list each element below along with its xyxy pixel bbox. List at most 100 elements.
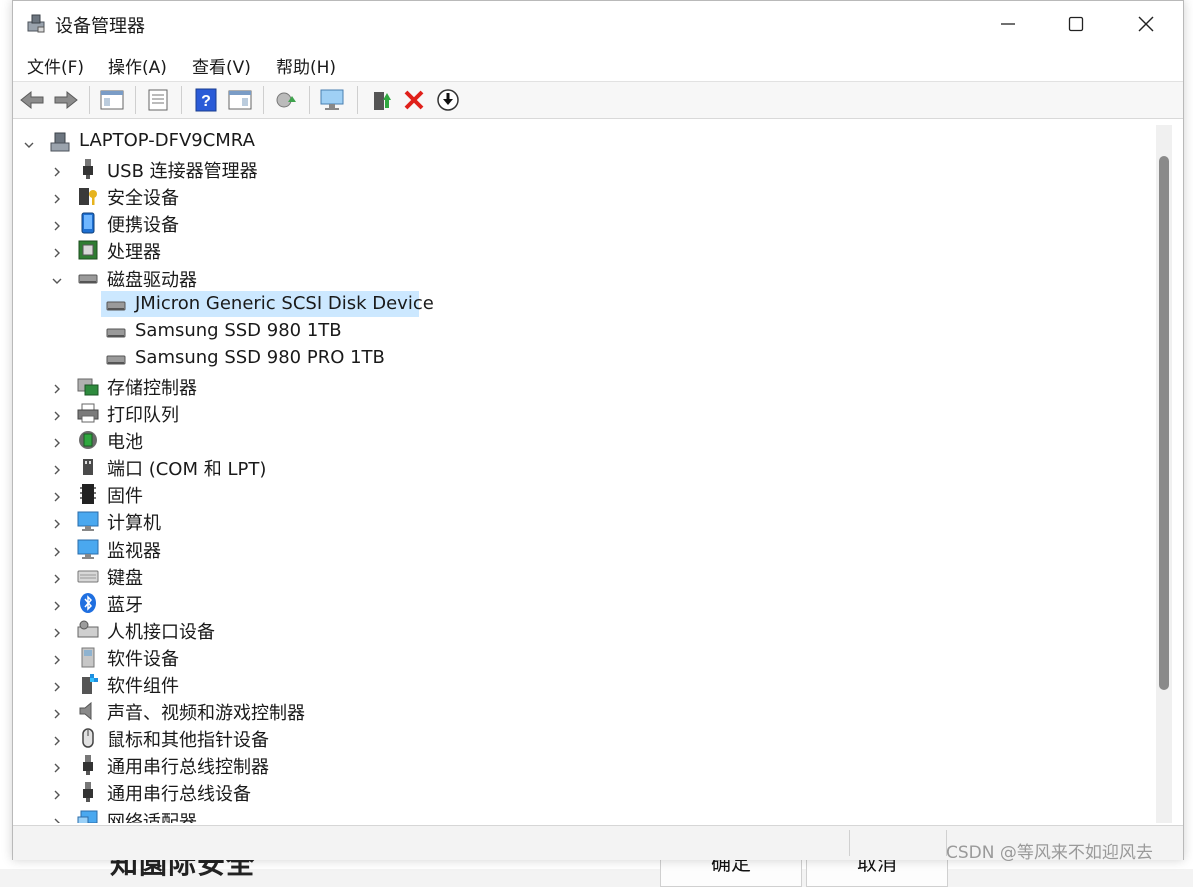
port-icon: [77, 456, 99, 478]
category-label[interactable]: 软件设备: [107, 645, 179, 671]
chevron-right-icon[interactable]: [51, 732, 63, 746]
category-label[interactable]: 键盘: [107, 564, 143, 590]
toolbar-separator: [263, 86, 264, 114]
category-label[interactable]: 通用串行总线设备: [107, 780, 251, 806]
forward-button[interactable]: [53, 87, 79, 113]
scrollbar-thumb[interactable]: [1159, 156, 1169, 690]
chevron-right-icon[interactable]: [51, 515, 63, 529]
chevron-right-icon[interactable]: [51, 380, 63, 394]
menu-bar: 文件(F) 操作(A) 查看(V) 帮助(H): [13, 47, 1183, 82]
category-label[interactable]: 便携设备: [107, 211, 179, 237]
chevron-right-icon[interactable]: [51, 705, 63, 719]
update-driver-button[interactable]: [369, 87, 395, 113]
category-label[interactable]: 通用串行总线控制器: [107, 753, 269, 779]
device-tree[interactable]: LAPTOP-DFV9CMRA USB 连接器管理器 安全设备 便携设备 处理器 磁盘驱动…: [15, 125, 1155, 823]
usb-icon: [77, 158, 99, 180]
chevron-right-icon[interactable]: [51, 786, 63, 800]
toolbar-separator: [357, 86, 358, 114]
uninstall-device-button[interactable]: [401, 87, 427, 113]
toolbar-separator: [89, 86, 90, 114]
category-label[interactable]: 网络适配器: [107, 808, 197, 824]
category-label[interactable]: 固件: [107, 482, 143, 508]
chevron-right-icon[interactable]: [51, 759, 63, 773]
menu-help[interactable]: 帮助(H): [276, 53, 336, 78]
chevron-right-icon[interactable]: [51, 678, 63, 692]
chevron-right-icon[interactable]: [51, 651, 63, 665]
properties-button[interactable]: [145, 87, 171, 113]
category-label[interactable]: 软件组件: [107, 672, 179, 698]
chevron-right-icon[interactable]: [51, 190, 63, 204]
chevron-right-icon[interactable]: [51, 244, 63, 258]
chevron-right-icon[interactable]: [51, 570, 63, 584]
monitor-view-button[interactable]: [319, 87, 345, 113]
chevron-right-icon[interactable]: [51, 163, 63, 177]
category-label[interactable]: 打印队列: [107, 401, 179, 427]
firmware-icon: [77, 483, 99, 505]
disable-device-button[interactable]: [435, 87, 461, 113]
computer-root-icon: [49, 131, 71, 153]
category-label[interactable]: 人机接口设备: [107, 618, 215, 644]
maximize-icon: [1068, 16, 1084, 32]
category-label[interactable]: 鼠标和其他指针设备: [107, 726, 269, 752]
chevron-right-icon[interactable]: [51, 814, 63, 823]
usb-device-icon: [77, 781, 99, 803]
speaker-icon: [77, 700, 99, 722]
monitor-network-icon: [320, 89, 344, 110]
hid-icon: [77, 619, 99, 641]
menu-action[interactable]: 操作(A): [108, 53, 167, 78]
category-label[interactable]: 蓝牙: [107, 591, 143, 617]
chevron-right-icon[interactable]: [51, 407, 63, 421]
category-label[interactable]: 磁盘驱动器: [107, 266, 197, 292]
disk-child-icon: [105, 348, 127, 370]
category-label[interactable]: 监视器: [107, 537, 161, 563]
category-label[interactable]: 端口 (COM 和 LPT): [107, 455, 266, 481]
category-label[interactable]: 声音、视频和游戏控制器: [107, 699, 305, 725]
device-item-label[interactable]: JMicron Generic SCSI Disk Device: [135, 293, 434, 314]
scan-hardware-changes-button[interactable]: [273, 87, 299, 113]
close-button[interactable]: [1111, 1, 1181, 47]
category-label[interactable]: 计算机: [107, 509, 161, 535]
security-device-icon: [77, 185, 99, 207]
chevron-right-icon[interactable]: [51, 624, 63, 638]
monitor-icon: [77, 538, 99, 560]
portable-device-icon: [77, 212, 99, 234]
category-label[interactable]: 电池: [107, 428, 143, 454]
back-arrow-icon: [20, 90, 44, 110]
category-label[interactable]: 处理器: [107, 238, 161, 264]
processor-icon: [77, 239, 99, 261]
mouse-icon: [77, 727, 99, 749]
forward-arrow-icon: [54, 90, 78, 110]
chevron-right-icon[interactable]: [51, 488, 63, 502]
chevron-down-icon[interactable]: [23, 136, 35, 148]
close-icon: [1138, 16, 1154, 32]
chevron-right-icon[interactable]: [51, 543, 63, 556]
console-tree-icon: [100, 90, 124, 110]
menu-file[interactable]: 文件(F): [27, 53, 84, 78]
help-button[interactable]: ?: [193, 87, 219, 113]
chevron-right-icon[interactable]: [51, 461, 63, 475]
category-label[interactable]: USB 连接器管理器: [107, 157, 258, 183]
show-hide-console-tree-button[interactable]: [99, 87, 125, 113]
status-segment: [13, 830, 850, 856]
chevron-right-icon[interactable]: [51, 597, 63, 611]
usb-controller-icon: [77, 754, 99, 776]
menu-view[interactable]: 查看(V): [192, 53, 251, 78]
minimize-button[interactable]: [973, 1, 1043, 47]
battery-icon: [77, 429, 99, 451]
chevron-right-icon[interactable]: [51, 217, 63, 231]
show-action-pane-button[interactable]: [227, 87, 253, 113]
window-title: 设备管理器: [55, 16, 145, 37]
bluetooth-icon: [77, 592, 99, 614]
title-bar[interactable]: 设备管理器: [13, 1, 1183, 47]
device-manager-window: 设备管理器 文件(F) 操作(A) 查看(V) 帮助(H) ? LAPTOP-D…: [12, 0, 1184, 860]
chevron-right-icon[interactable]: [51, 434, 63, 448]
device-item-label[interactable]: Samsung SSD 980 PRO 1TB: [135, 347, 385, 368]
tree-root-label[interactable]: LAPTOP-DFV9CMRA: [79, 130, 255, 151]
watermark: CSDN @等风来不如迎风去: [946, 843, 1153, 863]
category-label[interactable]: 安全设备: [107, 184, 179, 210]
maximize-button[interactable]: [1041, 1, 1111, 47]
device-item-label[interactable]: Samsung SSD 980 1TB: [135, 320, 342, 341]
back-button[interactable]: [19, 87, 45, 113]
chevron-down-icon[interactable]: [51, 272, 63, 284]
category-label[interactable]: 存储控制器: [107, 374, 197, 400]
